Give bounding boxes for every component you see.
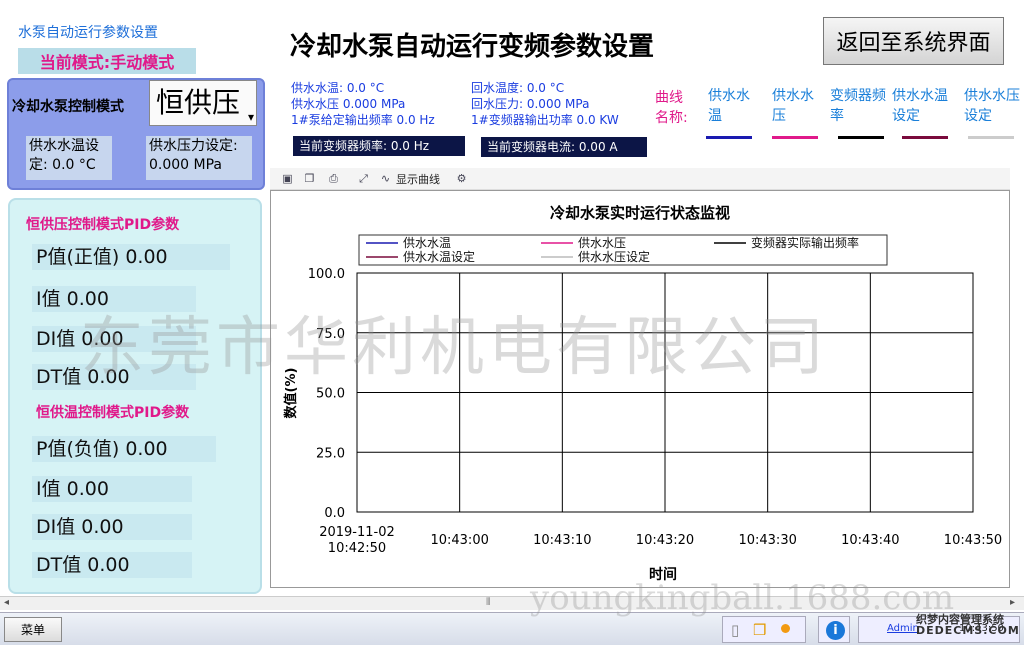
curve-legend-item[interactable]: 供水水压设定 bbox=[964, 86, 1022, 126]
chart-toolbar: ▣ ❐ ⎙ ⤢ ∿ 显示曲线 ⚙ bbox=[270, 168, 1010, 190]
current-freq-bar: 当前变频器频率: 0.0 Hz bbox=[293, 136, 465, 156]
chart-x-tick: 10:43:50 bbox=[944, 533, 1002, 548]
chart-legend-label: 供水水压设定 bbox=[578, 249, 650, 264]
page-title: 冷却水泵自动运行变频参数设置 bbox=[290, 32, 655, 62]
user-link[interactable]: Admin bbox=[887, 623, 919, 634]
chart-frame: 冷却水泵实时运行状态监视供水水温 供水水压 变频器实际输出频率供水水温设定 供水水压设… bbox=[270, 190, 1010, 588]
url-watermark: youngkingball.1688.com bbox=[530, 578, 955, 618]
chart-legend-label: 供水水压 bbox=[578, 236, 626, 250]
scroll-right-icon[interactable]: ▸ bbox=[1010, 597, 1015, 608]
return-temp-readout: 回水温度: 0.0 °C bbox=[471, 81, 565, 95]
chart-title: 冷却水泵实时运行状态监视 bbox=[550, 204, 730, 222]
pid-temp-dt[interactable]: DT值 0.00 bbox=[32, 552, 192, 578]
chart-x-tick-date: 2019-11-02 bbox=[319, 525, 395, 540]
curve-icon[interactable]: ∿ bbox=[378, 171, 393, 186]
curve-legend-swatch bbox=[706, 136, 752, 139]
curve-legend-swatch bbox=[968, 136, 1014, 139]
zoom-fit-icon[interactable]: ⤢ bbox=[356, 171, 371, 186]
scroll-left-icon[interactable]: ◂ bbox=[4, 597, 9, 608]
pid-temp-title: 恒供温控制模式PID参数 bbox=[36, 405, 190, 421]
chart-x-tick: 10:42:50 bbox=[328, 541, 386, 556]
control-mode-value: 恒供压 bbox=[156, 86, 241, 119]
curve-legend-item[interactable]: 供水水温设定 bbox=[892, 86, 948, 126]
pid-temp-p[interactable]: P值(负值) 0.00 bbox=[32, 436, 216, 462]
curve-legend-header: 曲线名称: bbox=[655, 90, 688, 126]
chart-x-tick: 10:43:30 bbox=[738, 533, 796, 548]
chart-y-tick: 0.0 bbox=[324, 506, 345, 521]
company-watermark: 东莞市华利机电有限公司 bbox=[80, 311, 828, 385]
return-pressure-readout: 回水压力: 0.000 MPa bbox=[471, 97, 590, 111]
chart-y-tick: 100.0 bbox=[308, 267, 345, 282]
pump-freq-readout: 1#泵给定输出频率 0.0 Hz bbox=[291, 113, 435, 127]
pid-temp-di[interactable]: DI值 0.00 bbox=[32, 514, 192, 540]
pid-temp-i[interactable]: I值 0.00 bbox=[32, 476, 192, 502]
chart-x-tick: 10:43:10 bbox=[533, 533, 591, 548]
print-icon[interactable]: ⎙ bbox=[326, 171, 341, 186]
chevron-down-icon: ▾ bbox=[247, 110, 254, 124]
save-icon[interactable]: ▣ bbox=[280, 171, 295, 186]
chart-svg: 冷却水泵实时运行状态监视供水水温 供水水压 变频器实际输出频率供水水温设定 供水水压设… bbox=[283, 204, 1002, 583]
curve-legend-swatch bbox=[902, 136, 948, 139]
curve-legend-swatch bbox=[772, 136, 818, 139]
start-menu-button[interactable]: 菜单 bbox=[4, 617, 62, 642]
app-window: 水泵自动运行参数设置 当前模式:手动模式 冷却水泵控制模式 恒供压 ▾ 供水水温… bbox=[0, 0, 1024, 645]
curve-legend-item[interactable]: 供水水温 bbox=[708, 86, 750, 126]
pressure-setting-field[interactable]: 供水压力设定: 0.000 MPa bbox=[146, 136, 252, 180]
chart-x-tick: 10:43:20 bbox=[636, 533, 694, 548]
chart-legend-label: 供水水温 bbox=[403, 236, 451, 250]
vfd-power-readout: 1#变频器输出功率 0.0 KW bbox=[471, 113, 619, 127]
temp-setting-field[interactable]: 供水水温设定: 0.0 °C bbox=[26, 136, 112, 180]
status-dot-icon bbox=[781, 624, 790, 633]
curve-legend-swatch bbox=[838, 136, 884, 139]
supply-pressure-readout: 供水水压 0.000 MPa bbox=[291, 97, 406, 111]
chart-legend-label: 变频器实际输出频率 bbox=[751, 235, 859, 250]
usb-icon[interactable]: ▯ bbox=[731, 621, 739, 639]
pid-pressure-title: 恒供压控制模式PID参数 bbox=[26, 217, 180, 233]
supply-temp-readout: 供水水温: 0.0 °C bbox=[291, 81, 385, 95]
back-to-system-button[interactable]: 返回至系统界面 bbox=[823, 17, 1004, 65]
curve-legend-item[interactable]: 供水水压 bbox=[772, 86, 814, 126]
show-curve-button[interactable]: 显示曲线 bbox=[396, 171, 440, 187]
chart-x-tick: 10:43:00 bbox=[430, 533, 488, 548]
tray-group: ▯ ❒ bbox=[722, 616, 806, 643]
folder-icon[interactable]: ❒ bbox=[753, 621, 766, 639]
window-title: 水泵自动运行参数设置 bbox=[18, 25, 158, 41]
chart-legend-label: 供水水温设定 bbox=[403, 249, 475, 264]
pid-pressure-p[interactable]: P值(正值) 0.00 bbox=[32, 244, 230, 270]
control-mode-select[interactable]: 恒供压 ▾ bbox=[149, 80, 257, 126]
info-icon[interactable]: i bbox=[826, 621, 845, 640]
chart-y-tick: 50.0 bbox=[316, 387, 345, 402]
chart-x-tick: 10:43:40 bbox=[841, 533, 899, 548]
gear-icon[interactable]: ⚙ bbox=[454, 171, 469, 186]
chart-y-tick: 25.0 bbox=[316, 446, 345, 461]
current-amp-bar: 当前变频器电流: 0.00 A bbox=[481, 137, 647, 157]
scroll-thumb-grip[interactable]: ⦀ bbox=[486, 597, 490, 608]
control-mode-label: 冷却水泵控制模式 bbox=[12, 99, 124, 115]
mode-badge: 当前模式:手动模式 bbox=[18, 48, 196, 74]
info-group: i bbox=[818, 616, 850, 643]
copy-icon[interactable]: ❐ bbox=[302, 171, 317, 186]
brand-url-watermark: DEDECMS.COM bbox=[916, 624, 1020, 637]
curve-legend-item[interactable]: 变频器频率 bbox=[830, 86, 886, 126]
